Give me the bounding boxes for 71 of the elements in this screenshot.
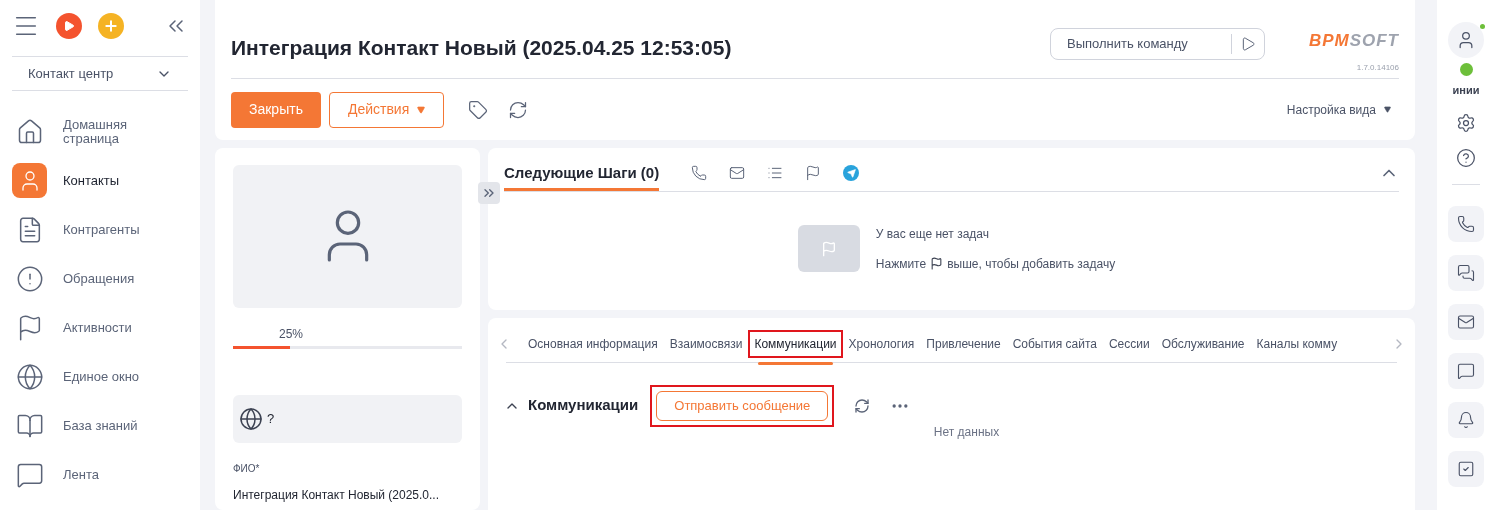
sidebar-label: Лента xyxy=(63,467,100,482)
mail-icon[interactable] xyxy=(1448,303,1484,340)
user-label: инии xyxy=(1452,83,1480,98)
tab[interactable]: Обслуживание xyxy=(1155,329,1251,358)
sidebar-label: Контрагенты xyxy=(63,222,141,237)
progress-reading: 25% xyxy=(279,325,305,343)
chat-icon[interactable] xyxy=(1448,254,1484,291)
sidebar-item[interactable]: Контакты xyxy=(12,156,188,205)
version-label: 1.7.0.14106 xyxy=(1356,61,1399,74)
hint-text: выше, чтобы добавить задачу xyxy=(947,255,1116,273)
play-icon[interactable] xyxy=(56,13,82,39)
next-steps-tab[interactable]: Следующие Шаги (0) xyxy=(504,155,660,191)
mail-icon[interactable] xyxy=(729,165,746,181)
paper-plane-icon[interactable] xyxy=(843,165,860,181)
checkbox-icon[interactable] xyxy=(1448,450,1484,487)
sidebar-label: База знаний xyxy=(63,418,139,433)
command-field[interactable]: Выполнить команду xyxy=(1050,28,1265,60)
speech-bubble-icon[interactable] xyxy=(1448,352,1484,389)
sidebar-item[interactable]: Обращения xyxy=(12,254,188,303)
language-value: ? xyxy=(267,409,275,428)
tag-icon[interactable] xyxy=(468,99,489,120)
view-settings-button[interactable]: Настройка вида xyxy=(1286,100,1391,119)
sidebar-item[interactable]: Лента xyxy=(12,450,188,499)
tab[interactable]: События сайта xyxy=(1006,329,1103,358)
caret-icon xyxy=(417,105,426,114)
expand-button[interactable] xyxy=(478,181,500,204)
flag-icon[interactable] xyxy=(805,165,822,181)
sidebar-item[interactable]: Единое окно xyxy=(12,352,188,401)
help-icon[interactable] xyxy=(1456,147,1476,168)
tab[interactable]: Коммуникации xyxy=(748,329,843,358)
sidebar-label: Единое окно xyxy=(63,369,141,384)
logo: BPMSOFT xyxy=(1308,30,1399,52)
caret-icon xyxy=(1384,106,1391,113)
sidebar-label: Контакты xyxy=(63,173,121,188)
phone-icon[interactable] xyxy=(691,165,708,181)
tab[interactable]: Сессии xyxy=(1102,329,1156,358)
run-icon[interactable] xyxy=(1240,36,1256,52)
globe-icon xyxy=(239,406,263,431)
hint-text: Нажмите xyxy=(875,255,927,273)
page-title: Интеграция Контакт Новый (2025.04.25 12:53:05) xyxy=(231,35,732,61)
empty-title: У вас еще нет задач xyxy=(875,225,990,243)
bell-icon[interactable] xyxy=(1448,401,1484,438)
task-placeholder xyxy=(797,225,860,272)
tab[interactable]: Взаимосвязи xyxy=(663,329,749,358)
refresh-icon[interactable] xyxy=(854,397,871,414)
sidebar-label: Домашняя страница xyxy=(63,117,129,146)
sidebar-label: Обращения xyxy=(63,271,136,286)
sidebar-label: Активности xyxy=(63,320,133,335)
globe-icon xyxy=(15,362,44,391)
list-icon[interactable] xyxy=(767,165,784,181)
field-label: ФИО* xyxy=(233,461,261,476)
sidebar-item[interactable]: База знаний xyxy=(12,401,188,450)
alert-icon xyxy=(15,264,44,293)
tab[interactable]: Хронология xyxy=(842,329,921,358)
empty-message: Нет данных xyxy=(933,423,1000,441)
command-input[interactable]: Выполнить команду xyxy=(1067,34,1231,54)
flag-icon xyxy=(930,257,944,270)
sidebar-item[interactable]: Активности xyxy=(12,303,188,352)
sidebar-item[interactable]: Домашняя страница xyxy=(12,107,188,156)
field-value: Интеграция Контакт Новый (2025.0... xyxy=(233,486,441,504)
avatar-button[interactable] xyxy=(1448,22,1484,58)
workplace-select[interactable]: Контакт центр xyxy=(28,63,156,84)
settings-icon[interactable] xyxy=(1456,112,1476,133)
tab[interactable]: Привлечение xyxy=(920,329,1007,358)
sidebar-item[interactable]: Контрагенты xyxy=(12,205,188,254)
refresh-icon[interactable] xyxy=(508,99,529,120)
phone-icon[interactable] xyxy=(1448,205,1484,242)
tab[interactable]: Основная информация xyxy=(522,329,664,358)
language-field[interactable]: ? xyxy=(233,394,462,443)
tab[interactable]: Каналы комму xyxy=(1250,329,1344,358)
section-title: Коммуникации xyxy=(528,395,639,416)
